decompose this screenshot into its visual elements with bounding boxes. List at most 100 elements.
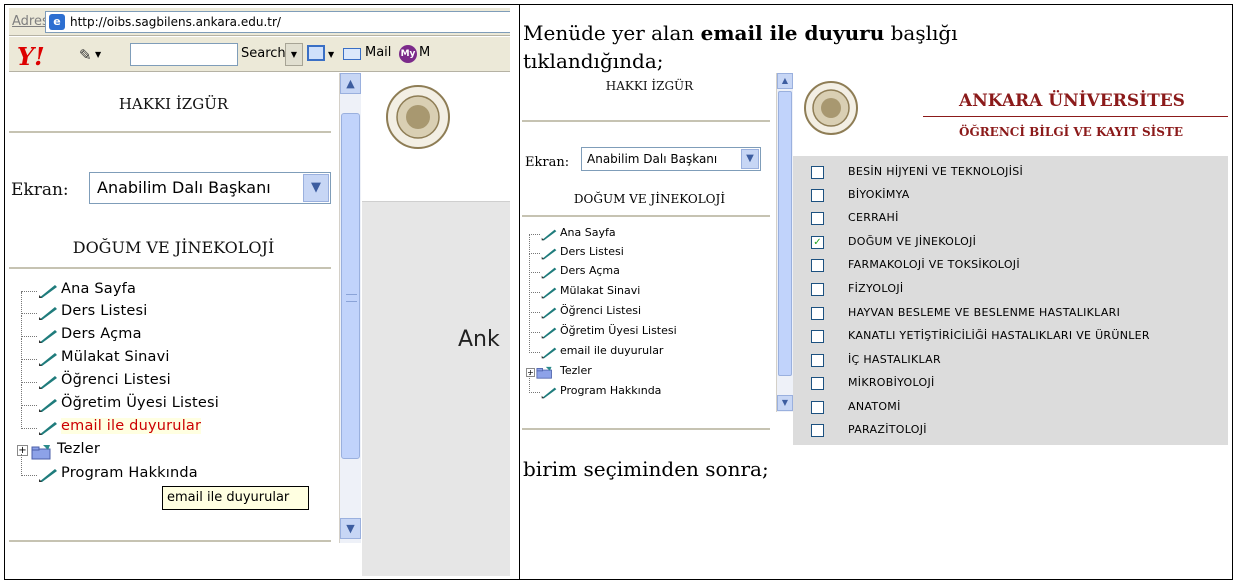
pen-icon xyxy=(39,469,57,482)
mail-icon[interactable] xyxy=(343,48,361,60)
pen-icon xyxy=(541,229,557,241)
chevron-down-icon[interactable]: ▼ xyxy=(741,149,759,169)
unit-label: PARAZİTOLOJİ xyxy=(848,423,927,436)
nav-scrollbar[interactable]: ▲ ▼ xyxy=(339,73,361,543)
tree-connector xyxy=(21,315,22,337)
expand-icon[interactable]: + xyxy=(17,445,28,456)
mail-button[interactable]: Mail xyxy=(365,45,391,60)
scroll-up-icon[interactable]: ▲ xyxy=(340,73,361,94)
tree-connector xyxy=(529,314,530,333)
unit-label: ANATOMİ xyxy=(848,400,901,413)
unit-checkbox[interactable] xyxy=(811,330,824,343)
tree-connector xyxy=(21,428,37,429)
unit-checkbox[interactable] xyxy=(811,424,824,437)
my-yahoo-icon[interactable]: My xyxy=(399,45,417,63)
tree-connector xyxy=(21,313,37,314)
pen-icon xyxy=(541,248,557,260)
search-button[interactable]: Search xyxy=(241,46,286,61)
scroll-down-icon[interactable]: ▼ xyxy=(340,518,361,539)
scroll-thumb[interactable] xyxy=(778,91,792,376)
caption-top-line1: Menüde yer alan email ile duyuru başlığı xyxy=(523,19,958,47)
scroll-down-icon[interactable]: ▼ xyxy=(777,395,793,411)
screen-select[interactable]: Anabilim Dalı Başkanı ▼ xyxy=(581,147,761,171)
unit-label: DOĞUM VE JİNEKOLOJİ xyxy=(848,235,977,248)
caption-text: Menüde yer alan xyxy=(523,21,701,45)
content-heading: Ank xyxy=(458,327,500,352)
tree-connector xyxy=(21,291,37,292)
nav-scrollbar[interactable]: ▲ ▼ xyxy=(776,73,793,412)
pen-icon xyxy=(39,422,57,435)
unit-checkbox[interactable] xyxy=(811,259,824,272)
url-field[interactable]: e http://oibs.sagbilens.ankara.edu.tr/ xyxy=(45,11,510,33)
yahoo-logo[interactable]: Y! xyxy=(17,42,45,71)
menu-item-label: Ders Açma xyxy=(560,264,620,277)
department-title: DOĞUM VE JİNEKOLOJİ xyxy=(72,238,275,257)
unit-checkbox[interactable] xyxy=(811,401,824,414)
unit-label: MİKROBİYOLOJİ xyxy=(848,376,935,389)
unit-checkbox[interactable] xyxy=(811,212,824,225)
folder-icon xyxy=(536,366,552,379)
search-dropdown-icon[interactable]: ▼ xyxy=(285,43,303,66)
pen-icon xyxy=(39,285,57,298)
divider xyxy=(9,540,331,542)
content-frame: Ank xyxy=(361,73,510,576)
my-yahoo-label[interactable]: M xyxy=(419,45,430,60)
column-divider xyxy=(519,5,520,579)
university-seal-logo xyxy=(386,85,450,149)
pen-icon xyxy=(39,307,57,320)
menu-item-label: Tezler xyxy=(560,364,592,377)
pen-icon xyxy=(541,287,557,299)
user-name: HAKKI İZGÜR xyxy=(118,95,229,113)
user-name: HAKKI İZGÜR xyxy=(605,79,694,93)
grip-icon xyxy=(346,294,357,302)
unit-checkbox-checked[interactable]: ✓ xyxy=(811,236,824,249)
tree-connector xyxy=(21,336,37,337)
screen-select-value: Anabilim Dalı Başkanı xyxy=(97,178,271,197)
address-label: Adres xyxy=(12,14,49,29)
unit-checkbox[interactable] xyxy=(811,283,824,296)
yahoo-toolbar: Y! ✎ ▼ Search ▼ ▼ Mail My M xyxy=(9,37,510,72)
screen-select[interactable]: Anabilim Dalı Başkanı ▼ xyxy=(89,172,331,204)
tree-connector xyxy=(529,272,540,273)
tree-connector xyxy=(529,312,540,313)
toolbar-search-input[interactable] xyxy=(130,43,238,66)
chevron-down-icon[interactable]: ▼ xyxy=(95,50,101,59)
unit-checkbox[interactable] xyxy=(811,354,824,367)
screen-label: Ekran: xyxy=(11,180,69,200)
menu-item-label: Ders Listesi xyxy=(61,303,148,319)
chevron-down-icon[interactable]: ▼ xyxy=(303,174,329,202)
pencil-icon[interactable]: ✎ xyxy=(79,46,92,64)
tree-connector xyxy=(529,352,540,353)
pen-icon xyxy=(39,353,57,366)
left-screenshot: Adres e http://oibs.sagbilens.ankara.edu… xyxy=(9,8,510,576)
menu-item-label: email ile duyurular xyxy=(560,344,664,357)
unit-label: CERRAHİ xyxy=(848,211,899,224)
tree-connector xyxy=(529,392,540,393)
unit-label: FİZYOLOJİ xyxy=(848,282,904,295)
unit-label: FARMAKOLOJİ VE TOKSİKOLOJİ xyxy=(848,258,1020,271)
unit-checkbox[interactable] xyxy=(811,189,824,202)
screen-label: Ekran: xyxy=(525,155,570,170)
caption-bottom: birim seçiminden sonra; xyxy=(523,457,769,481)
chevron-down-icon[interactable]: ▼ xyxy=(328,50,334,59)
layout-icon[interactable] xyxy=(307,45,325,61)
unit-label: BESİN HİJYENİ VE TEKNOLOJİSİ xyxy=(848,165,1024,178)
tree-connector xyxy=(529,274,530,293)
tree-connector xyxy=(21,361,22,383)
tree-connector xyxy=(21,475,37,476)
expand-icon[interactable]: + xyxy=(526,368,535,377)
tree-connector xyxy=(529,292,540,293)
menu-item-label: email ile duyurular xyxy=(61,418,202,434)
url-text: http://oibs.sagbilens.ankara.edu.tr/ xyxy=(70,15,281,29)
unit-checkbox[interactable] xyxy=(811,377,824,390)
scroll-thumb[interactable] xyxy=(341,113,360,459)
tree-connector xyxy=(21,405,37,406)
tooltip: email ile duyurular xyxy=(162,486,309,510)
content-area xyxy=(362,201,510,576)
tree-connector xyxy=(529,235,530,254)
unit-checkbox[interactable] xyxy=(811,166,824,179)
menu-item-label: Program Hakkında xyxy=(560,384,662,397)
unit-checkbox[interactable] xyxy=(811,307,824,320)
menu-item-label: Öğrenci Listesi xyxy=(560,304,642,317)
scroll-up-icon[interactable]: ▲ xyxy=(777,73,793,89)
